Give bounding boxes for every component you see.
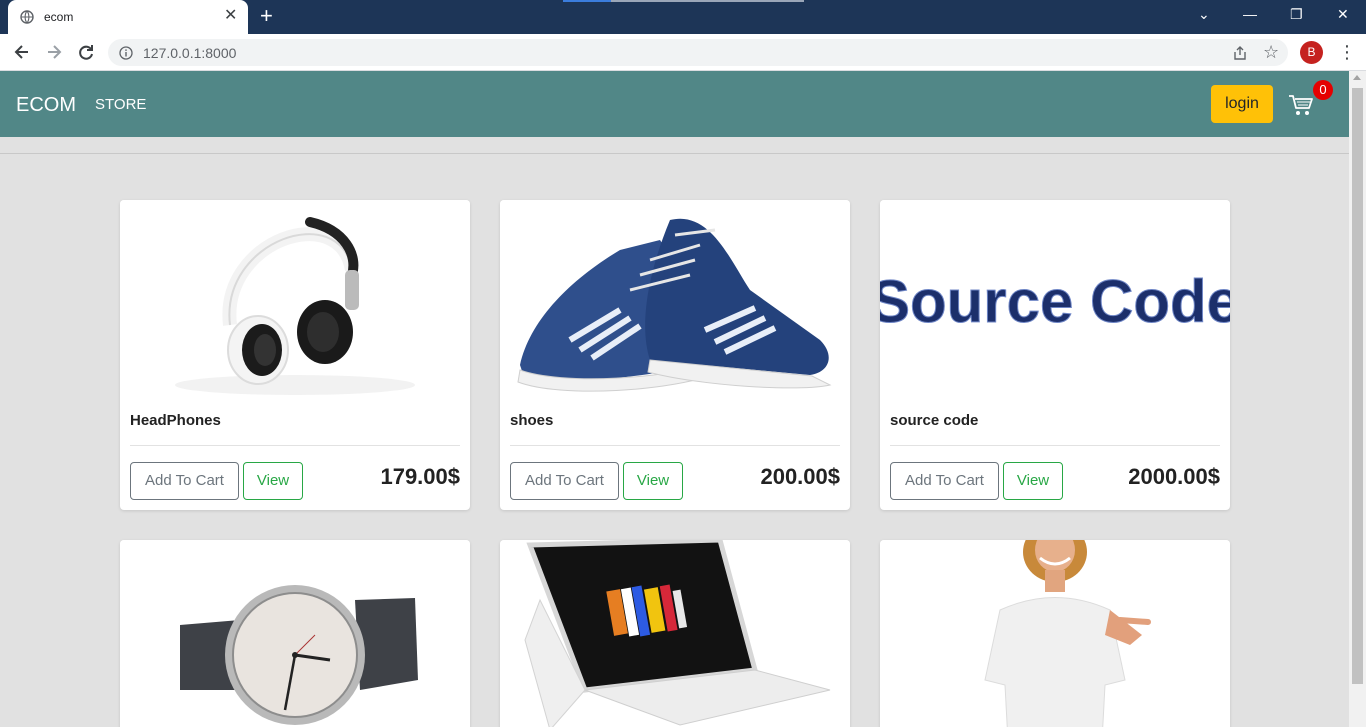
address-bar[interactable]: 127.0.0.1:8000 ☆ xyxy=(108,39,1288,66)
cart-icon[interactable] xyxy=(1288,93,1314,117)
watch-image[interactable] xyxy=(120,540,470,727)
product-price: 179.00$ xyxy=(380,464,460,489)
tab-close-icon[interactable]: ✕ xyxy=(224,8,237,24)
page-viewport: ECOM STORE login 0 HeadPhones Add To Car… xyxy=(0,71,1349,727)
browser-toolbar: 127.0.0.1:8000 ☆ B ⋮ xyxy=(0,34,1366,71)
url-text[interactable]: 127.0.0.1:8000 xyxy=(143,45,236,61)
browser-tab[interactable]: ecom ✕ xyxy=(8,0,248,34)
product-name[interactable]: HeadPhones xyxy=(130,412,221,429)
product-card xyxy=(880,540,1230,727)
brand-link[interactable]: ECOM xyxy=(16,94,76,117)
scroll-up-arrow-icon[interactable] xyxy=(1353,75,1361,80)
site-info-icon[interactable] xyxy=(119,46,133,60)
product-name[interactable]: shoes xyxy=(510,412,553,429)
view-button[interactable]: View xyxy=(1003,462,1063,500)
product-card: HeadPhones Add To Cart View 179.00$ xyxy=(120,200,470,510)
cart-count-badge: 0 xyxy=(1313,80,1333,100)
tshirt-image[interactable] xyxy=(880,540,1230,727)
product-card: shoes Add To Cart View 200.00$ xyxy=(500,200,850,510)
site-navbar: ECOM STORE login 0 xyxy=(0,71,1349,137)
card-divider xyxy=(510,445,840,446)
product-name[interactable]: source code xyxy=(890,412,978,429)
forward-arrow-icon[interactable] xyxy=(44,42,64,62)
add-to-cart-button[interactable]: Add To Cart xyxy=(130,462,239,500)
navbar-divider xyxy=(0,153,1349,154)
globe-icon xyxy=(20,10,34,24)
scrollbar-thumb[interactable] xyxy=(1352,88,1363,684)
login-button[interactable]: login xyxy=(1211,85,1273,123)
view-button[interactable]: View xyxy=(623,462,683,500)
headphones-image[interactable] xyxy=(120,200,470,401)
product-card: Source Code source code Add To Cart View… xyxy=(880,200,1230,510)
profile-avatar[interactable]: B xyxy=(1300,41,1323,64)
tab-search-chevron-icon[interactable]: ⌄ xyxy=(1198,6,1210,22)
shoes-image[interactable] xyxy=(500,200,850,401)
reload-icon[interactable] xyxy=(76,42,96,62)
product-price: 2000.00$ xyxy=(1128,464,1220,489)
browser-menu-icon[interactable]: ⋮ xyxy=(1338,41,1356,63)
share-icon[interactable] xyxy=(1232,45,1248,61)
add-to-cart-button[interactable]: Add To Cart xyxy=(890,462,999,500)
view-button[interactable]: View xyxy=(243,462,303,500)
source-code-image[interactable]: Source Code xyxy=(880,200,1230,401)
source-code-image-text: Source Code xyxy=(880,268,1230,335)
minimize-icon[interactable]: — xyxy=(1243,6,1257,22)
card-divider xyxy=(890,445,1220,446)
product-price: 200.00$ xyxy=(760,464,840,489)
store-nav-link[interactable]: STORE xyxy=(95,96,146,113)
restore-icon[interactable]: ❐ xyxy=(1290,6,1303,22)
page-scrollbar[interactable] xyxy=(1349,71,1366,727)
card-divider xyxy=(130,445,460,446)
add-to-cart-button[interactable]: Add To Cart xyxy=(510,462,619,500)
browser-titlebar: ecom ✕ + ⌄ — ❐ ✕ xyxy=(0,0,1366,34)
product-card xyxy=(500,540,850,727)
back-arrow-icon[interactable] xyxy=(12,42,32,62)
tab-title: ecom xyxy=(44,10,74,24)
laptop-image[interactable] xyxy=(500,540,850,727)
product-card xyxy=(120,540,470,727)
window-close-icon[interactable]: ✕ xyxy=(1337,6,1349,22)
title-indicator xyxy=(563,0,804,2)
bookmark-star-icon[interactable]: ☆ xyxy=(1263,42,1279,62)
new-tab-button[interactable]: + xyxy=(260,5,273,27)
